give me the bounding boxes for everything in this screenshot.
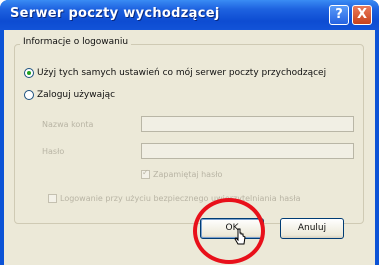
highlight-circle: [193, 198, 265, 264]
help-button[interactable]: ?: [329, 5, 349, 25]
secure-auth-checkbox[interactable]: Logowanie przy użyciu bezpiecznego uwier…: [48, 194, 301, 203]
radio-login-using[interactable]: Zaloguj używając: [24, 90, 115, 101]
password-field[interactable]: [141, 143, 354, 159]
radio-same-settings[interactable]: Użyj tych samych ustawień co mój serwer …: [24, 68, 326, 79]
cancel-button[interactable]: Anuluj: [280, 218, 344, 239]
remember-password-label: Zapamiętaj hasło: [153, 170, 223, 179]
dialog-window: Serwer poczty wychodzącej ? X Informacje…: [0, 0, 379, 265]
secure-auth-label: Logowanie przy użyciu bezpiecznego uwier…: [60, 194, 301, 203]
radio-same-settings-label: Użyj tych samych ustawień co mój serwer …: [37, 68, 327, 78]
group-label: Informacje o logowaniu: [20, 37, 132, 47]
mouse-pointer-icon: [234, 228, 246, 245]
password-label: Hasło: [42, 147, 65, 156]
radio-login-using-label: Zaloguj używając: [37, 90, 116, 100]
checkbox-unchecked-icon[interactable]: [48, 194, 57, 203]
radio-unselected-icon[interactable]: [24, 90, 34, 100]
radio-selected-icon[interactable]: [24, 68, 34, 78]
remember-password-checkbox[interactable]: Zapamiętaj hasło: [141, 168, 223, 179]
account-name-field[interactable]: [141, 116, 354, 132]
checkbox-checked-icon[interactable]: [141, 168, 150, 179]
title-bar: Serwer poczty wychodzącej ? X: [0, 0, 379, 30]
window-title: Serwer poczty wychodzącej: [10, 6, 220, 21]
close-button[interactable]: X: [352, 5, 372, 25]
account-name-label: Nazwa konta: [42, 120, 94, 129]
dialog-body: Informacje o logowaniu Użyj tych samych …: [4, 30, 375, 265]
